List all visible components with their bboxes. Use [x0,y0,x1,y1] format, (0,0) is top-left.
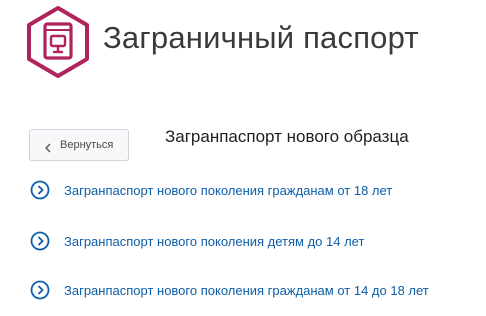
chevron-left-icon [44,140,52,153]
link-child-passport[interactable]: Загранпаспорт нового поколения детям до … [30,231,364,251]
back-button-label: Вернуться [60,139,114,151]
link-adult-passport[interactable]: Загранпаспорт нового поколения гражданам… [30,180,392,200]
link-label[interactable]: Загранпаспорт нового поколения гражданам… [64,183,392,198]
circle-chevron-right-icon [30,180,50,200]
back-button[interactable]: Вернуться [29,129,129,161]
circle-chevron-right-icon [30,280,50,300]
passport-icon [24,4,92,80]
page-title: Заграничный паспорт [103,20,419,55]
section-title: Загранпаспорт нового образца [165,127,409,146]
link-teen-passport[interactable]: Загранпаспорт нового поколения гражданам… [30,280,429,300]
link-label[interactable]: Загранпаспорт нового поколения гражданам… [64,283,429,298]
circle-chevron-right-icon [30,231,50,251]
link-label[interactable]: Загранпаспорт нового поколения детям до … [64,234,364,249]
